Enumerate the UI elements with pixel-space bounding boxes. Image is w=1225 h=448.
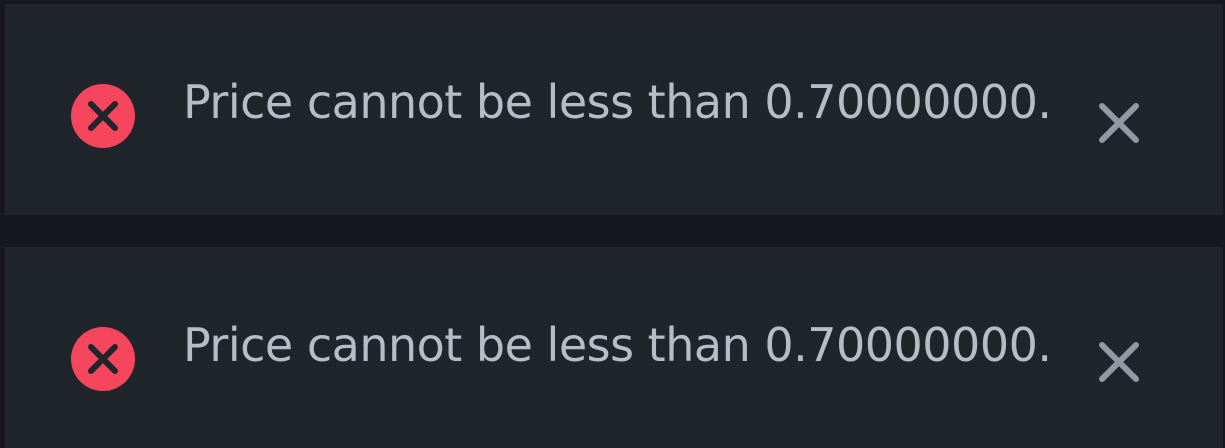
close-icon[interactable] [1088,331,1150,393]
error-toast: Price cannot be less than 0.70000000. [5,4,1223,215]
notification-stack: Price cannot be less than 0.70000000. Pr… [0,0,1225,448]
error-x-circle-icon [71,327,135,391]
close-icon[interactable] [1088,92,1150,154]
divider [0,215,1225,247]
error-toast: Price cannot be less than 0.70000000. [5,247,1223,448]
toast-message: Price cannot be less than 0.70000000. [183,75,1052,129]
toast-message: Price cannot be less than 0.70000000. [183,318,1052,372]
error-x-circle-icon [71,84,135,148]
